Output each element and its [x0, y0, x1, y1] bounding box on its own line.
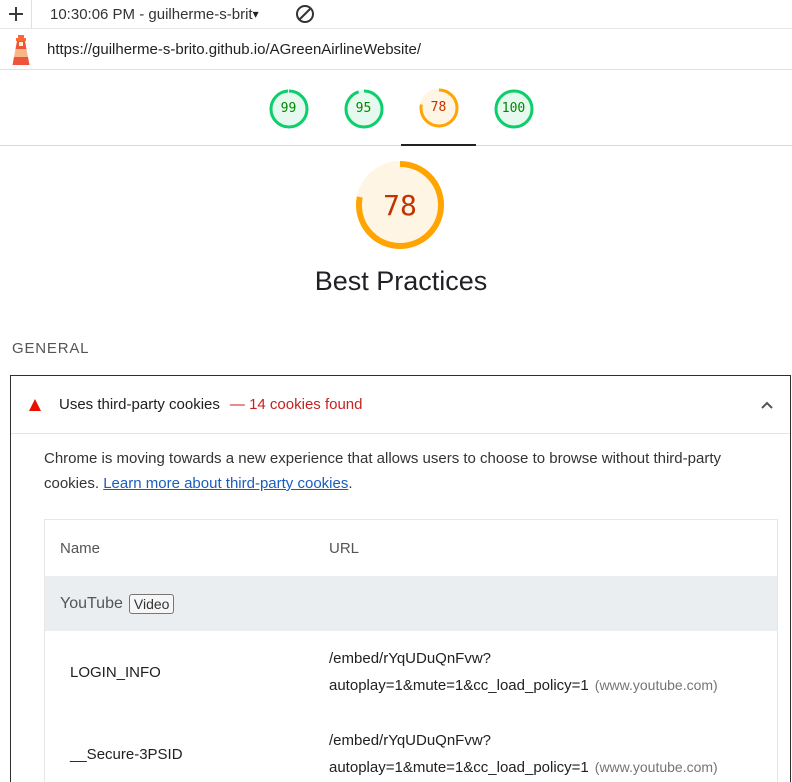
- report-url-row: https://guilherme-s-brito.github.io/AGre…: [0, 30, 792, 70]
- learn-more-link[interactable]: Learn more about third-party cookies: [103, 475, 348, 492]
- gauge-seo[interactable]: 100: [476, 71, 551, 146]
- cookie-url: /embed/rYqUDuQnFvw? autoplay=1&mute=1&cc…: [329, 728, 718, 781]
- audit-third-party-cookies: Uses third-party cookies — 14 cookies fo…: [10, 375, 791, 782]
- report-run-select[interactable]: 10:30:06 PM - guilherme-s-brit ▾: [32, 0, 272, 29]
- page-url[interactable]: https://guilherme-s-brito.github.io/AGre…: [47, 41, 421, 58]
- cookie-name: __Secure-3PSID: [70, 745, 183, 763]
- audit-title: Uses third-party cookies: [59, 396, 220, 413]
- gauge-score: 95: [355, 101, 372, 116]
- lighthouse-logo-icon: [12, 34, 30, 65]
- gauge-score: 78: [430, 100, 447, 115]
- column-header-url: URL: [329, 539, 360, 557]
- cookies-table: Name URL YouTube Video LOGIN_INFO /embed…: [44, 519, 778, 782]
- report-toolbar: 10:30:06 PM - guilherme-s-brit ▾: [0, 0, 792, 29]
- gauge-score: 100: [501, 101, 526, 116]
- cookie-url-path: /embed/rYqUDuQnFvw?: [329, 649, 492, 667]
- new-report-button[interactable]: [0, 0, 32, 29]
- category-title: Best Practices: [314, 266, 488, 296]
- gauge-performance[interactable]: 99: [251, 71, 326, 146]
- table-row: LOGIN_INFO /embed/rYqUDuQnFvw? autoplay=…: [45, 631, 777, 713]
- dropdown-caret-icon: ▾: [252, 7, 259, 21]
- audit-description: Chrome is moving towards a new experienc…: [44, 446, 744, 496]
- plus-icon: [8, 7, 23, 21]
- cookie-url: /embed/rYqUDuQnFvw? autoplay=1&mute=1&cc…: [329, 646, 718, 699]
- cookie-name: LOGIN_INFO: [70, 663, 161, 681]
- entity-group-row: YouTube Video: [45, 576, 777, 631]
- entity-category-badge: Video: [128, 593, 175, 614]
- column-header-name: Name: [60, 539, 101, 557]
- clear-button[interactable]: [294, 3, 316, 25]
- audit-display-value: — 14 cookies found: [229, 396, 363, 413]
- fail-triangle-icon: [29, 398, 41, 411]
- cookie-url-origin: (www.youtube.com): [594, 758, 718, 775]
- audit-description-end: .: [348, 475, 353, 492]
- gauge-score: 99: [280, 101, 297, 116]
- gauge-best-practices[interactable]: 78: [401, 71, 476, 146]
- cookie-url-origin: (www.youtube.com): [594, 676, 718, 693]
- report-run-label: 10:30:06 PM - guilherme-s-brit: [50, 5, 253, 23]
- gauge-accessibility[interactable]: 95: [326, 71, 401, 146]
- chevron-up-icon[interactable]: [760, 398, 774, 412]
- category-gauges: 99 95 78 100: [0, 71, 792, 146]
- cookie-url-path: /embed/rYqUDuQnFvw?: [329, 731, 492, 749]
- cookie-url-query: autoplay=1&mute=1&cc_load_policy=1: [329, 676, 589, 694]
- block-icon: [296, 5, 314, 23]
- table-header: Name URL: [45, 520, 777, 576]
- cookie-url-query: autoplay=1&mute=1&cc_load_policy=1: [329, 758, 589, 776]
- best-practices-score: 78: [383, 188, 417, 222]
- audit-group-title: GENERAL: [12, 340, 90, 357]
- table-row: __Secure-3PSID /embed/rYqUDuQnFvw? autop…: [45, 713, 777, 782]
- audit-header[interactable]: Uses third-party cookies — 14 cookies fo…: [11, 376, 790, 434]
- entity-name: YouTube: [60, 594, 123, 612]
